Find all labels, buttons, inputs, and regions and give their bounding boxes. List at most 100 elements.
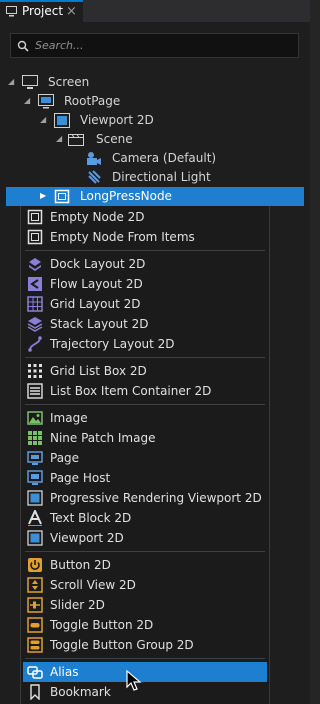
dock-layout-icon — [29, 258, 41, 271]
menu-item-grid-list-box-2d[interactable]: Grid List Box 2D — [23, 361, 267, 381]
menu-item-label: Page Host — [50, 471, 111, 485]
menu-item-label: Toggle Button 2D — [50, 618, 154, 632]
menu-item-label: Progressive Rendering Viewport 2D — [50, 491, 262, 505]
menu-item-viewport-2d[interactable]: Viewport 2D — [23, 528, 267, 548]
alias-icon — [27, 666, 43, 679]
page-host-icon — [27, 470, 43, 485]
tree-item-viewport-2d[interactable]: ◢ Viewport 2D — [0, 111, 310, 130]
menu-item-flow-layout-2d[interactable]: Flow Layout 2D — [23, 274, 267, 294]
expand-arrow-icon[interactable]: ◢ — [40, 115, 50, 125]
menu-item-stack-layout-2d[interactable]: Stack Layout 2D — [23, 314, 267, 334]
camera-icon — [87, 152, 101, 165]
nine-patch-icon — [28, 431, 42, 445]
tree-item-label: LongPressNode — [80, 189, 172, 203]
empty-node-icon — [27, 209, 43, 225]
menu-item-nine-patch-image[interactable]: Nine Patch Image — [23, 428, 267, 448]
flow-layout-icon — [28, 277, 42, 291]
tree-item-label: Scene — [96, 132, 133, 146]
tab-title: Project — [22, 4, 64, 18]
tree-item-label: Screen — [48, 75, 90, 89]
menu-item-empty-node-from-items[interactable]: Empty Node From Items — [23, 227, 267, 247]
menu-item-image[interactable]: Image — [23, 408, 267, 428]
tree-item-label: Directional Light — [112, 170, 211, 184]
expand-arrow-icon[interactable]: ◢ — [24, 96, 34, 106]
menu-separator — [25, 551, 265, 552]
light-icon — [88, 170, 101, 184]
text-block-icon — [28, 510, 42, 526]
menu-item-label: Viewport 2D — [50, 531, 124, 545]
toggle-group-icon — [27, 637, 43, 653]
menu-separator — [25, 658, 265, 659]
menu-item-label: Grid List Box 2D — [50, 364, 147, 378]
menu-item-toggle-button-group-2d[interactable]: Toggle Button Group 2D — [23, 635, 267, 655]
menu-item-label: Button 2D — [50, 558, 111, 572]
menu-item-progressive-rendering-viewport-2d[interactable]: Progressive Rendering Viewport 2D — [23, 488, 267, 508]
menu-item-page-host[interactable]: Page Host — [23, 468, 267, 488]
scroll-view-icon — [27, 577, 43, 593]
mouse-cursor-icon — [126, 670, 142, 691]
add-node-menu: Empty Node 2D Empty Node From Items Dock… — [20, 206, 270, 704]
panel-tab-bar: Project × — [0, 0, 310, 22]
menu-item-list-box-item-container-2d[interactable]: List Box Item Container 2D — [23, 381, 267, 401]
menu-item-button-2d[interactable]: Button 2D — [23, 555, 267, 575]
menu-item-label: Scroll View 2D — [50, 578, 136, 592]
menu-item-scroll-view-2d[interactable]: Scroll View 2D — [23, 575, 267, 595]
tree-item-label: Camera (Default) — [112, 151, 217, 165]
menu-item-bookmark[interactable]: Bookmark — [23, 682, 267, 702]
page-icon — [38, 94, 54, 109]
page-icon — [27, 451, 43, 465]
button-icon — [28, 558, 42, 572]
image-icon — [27, 411, 43, 425]
tree-item-scene[interactable]: ◢ Scene — [0, 130, 310, 149]
progressive-viewport-icon — [27, 490, 43, 506]
close-icon[interactable]: × — [66, 4, 77, 19]
list-box-icon — [27, 383, 43, 399]
menu-item-label: Nine Patch Image — [50, 431, 156, 445]
menu-item-label: Flow Layout 2D — [50, 277, 143, 291]
menu-item-label: Empty Node 2D — [50, 210, 145, 224]
expand-arrow-icon[interactable]: ◢ — [56, 134, 66, 144]
tree-item-longpressnode[interactable]: ▶ LongPressNode — [6, 187, 304, 206]
menu-separator — [25, 357, 265, 358]
tree-item-label: RootPage — [64, 94, 121, 108]
menu-item-label: List Box Item Container 2D — [50, 384, 212, 398]
menu-separator — [25, 404, 265, 405]
menu-item-label: Page — [50, 451, 80, 465]
menu-item-text-block-2d[interactable]: Text Block 2D — [23, 508, 267, 528]
menu-item-page[interactable]: Page — [23, 448, 267, 468]
trajectory-layout-icon — [28, 336, 42, 352]
tree-item-screen[interactable]: ◢ Screen — [0, 73, 310, 92]
tree-item-rootpage[interactable]: ◢ RootPage — [0, 92, 310, 111]
search-icon — [17, 40, 29, 52]
menu-item-label: Alias — [50, 665, 79, 679]
tab-project[interactable]: Project × — [0, 0, 83, 22]
grid-layout-icon — [27, 296, 43, 312]
menu-item-toggle-button-2d[interactable]: Toggle Button 2D — [23, 615, 267, 635]
expand-arrow-icon[interactable]: ▶ — [40, 191, 50, 201]
monitor-icon — [22, 75, 38, 89]
menu-item-label: Bookmark — [50, 685, 111, 699]
menu-item-label: Grid Layout 2D — [50, 297, 141, 311]
node-icon — [54, 189, 70, 204]
menu-item-label: Dock Layout 2D — [50, 257, 146, 271]
menu-item-empty-node-2d[interactable]: Empty Node 2D — [23, 207, 267, 227]
menu-item-label: Image — [50, 411, 88, 425]
menu-item-label: Slider 2D — [50, 598, 105, 612]
menu-item-grid-layout-2d[interactable]: Grid Layout 2D — [23, 294, 267, 314]
search-box[interactable] — [10, 33, 299, 58]
expand-arrow-icon[interactable]: ◢ — [8, 77, 18, 87]
menu-item-label: Trajectory Layout 2D — [50, 337, 175, 351]
menu-item-dock-layout-2d[interactable]: Dock Layout 2D — [23, 254, 267, 274]
menu-item-label: Toggle Button Group 2D — [50, 638, 194, 652]
toggle-button-icon — [27, 617, 43, 633]
scene-icon — [68, 134, 84, 146]
menu-item-trajectory-layout-2d[interactable]: Trajectory Layout 2D — [23, 334, 267, 354]
empty-node-items-icon — [27, 229, 43, 245]
menu-item-alias[interactable]: Alias — [23, 662, 267, 682]
monitor-icon — [6, 6, 17, 17]
search-input[interactable] — [35, 36, 290, 54]
menu-item-slider-2d[interactable]: Slider 2D — [23, 595, 267, 615]
tree-item-directional-light[interactable]: Directional Light — [0, 168, 310, 187]
menu-item-label: Text Block 2D — [50, 511, 132, 525]
tree-item-camera[interactable]: Camera (Default) — [0, 149, 310, 168]
